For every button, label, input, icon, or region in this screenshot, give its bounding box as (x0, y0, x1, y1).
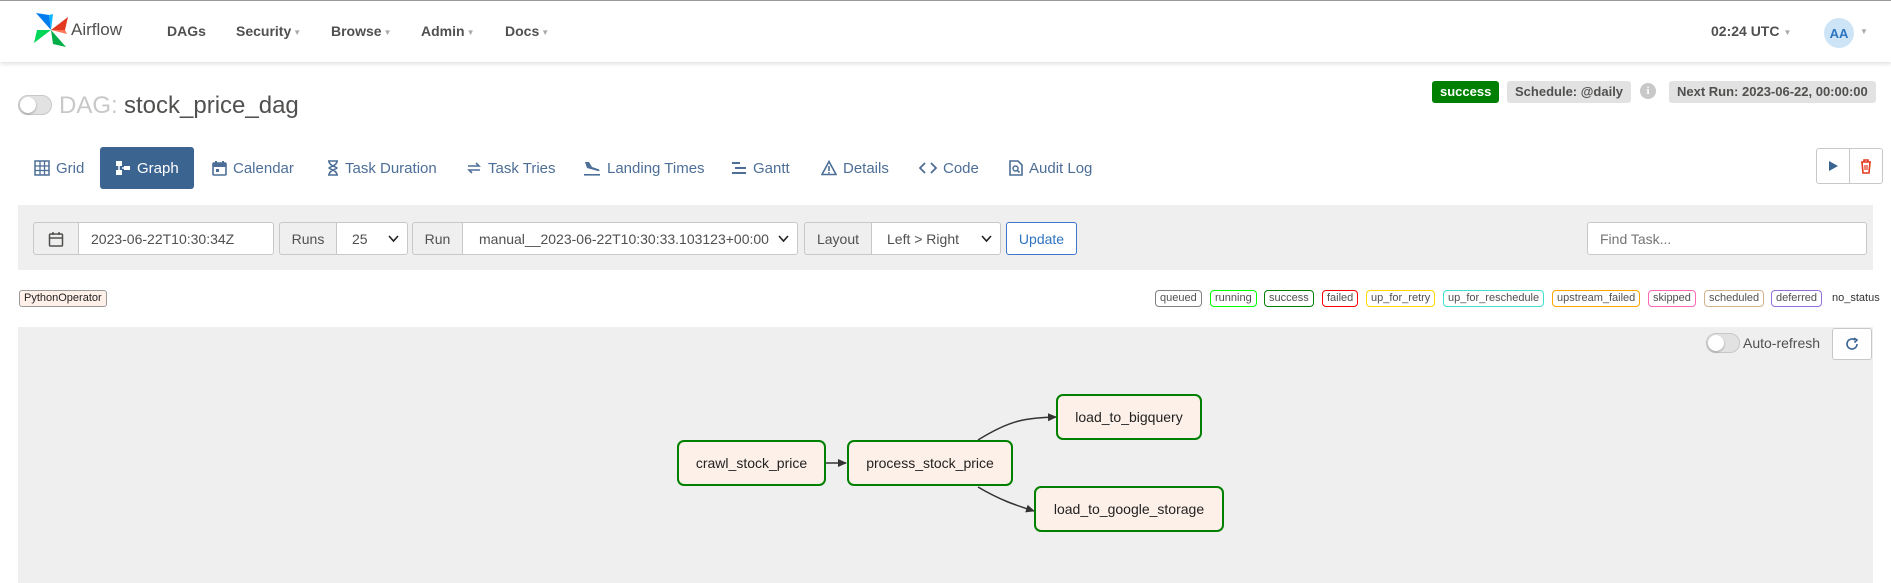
edge-process-to-storage (977, 486, 1035, 513)
task-node[interactable]: crawl_stock_price (677, 440, 826, 486)
task-node[interactable]: load_to_bigquery (1056, 394, 1202, 440)
task-node[interactable]: load_to_google_storage (1034, 486, 1224, 532)
dag-edges (826, 413, 1057, 513)
edge-process-to-bigquery (977, 413, 1057, 441)
task-node[interactable]: process_stock_price (847, 440, 1013, 486)
